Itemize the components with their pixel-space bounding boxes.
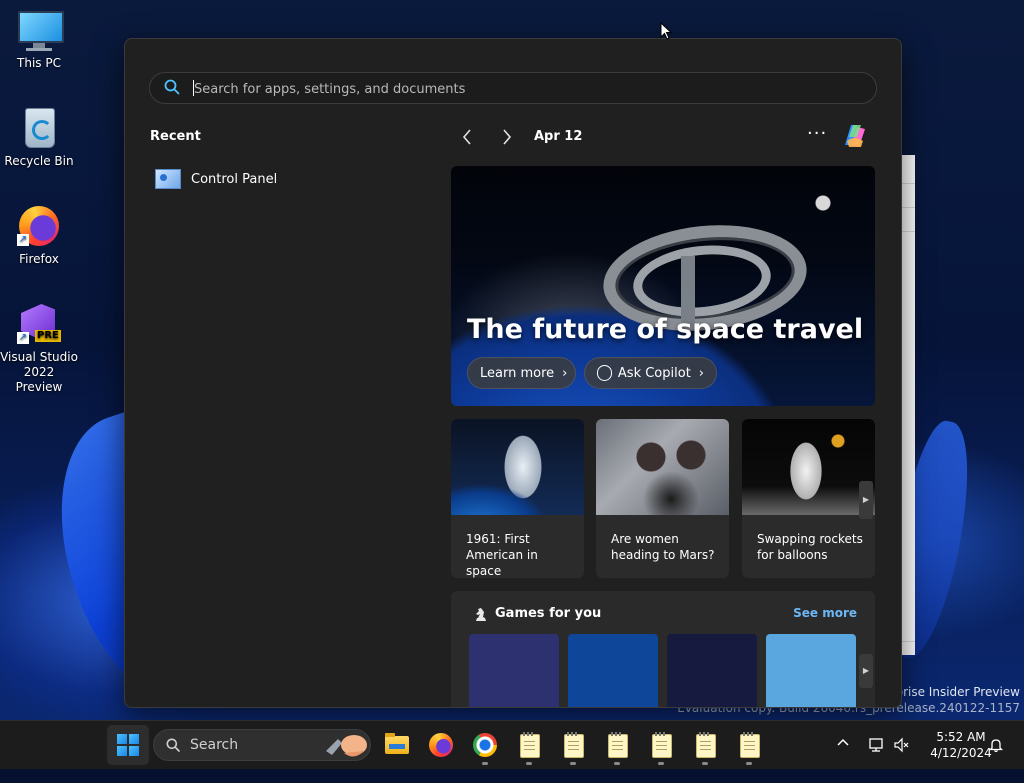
shortcut-arrow-icon: ↗ [17, 332, 29, 344]
highlights-date: Apr 12 [534, 129, 583, 144]
recycle-bin-icon [17, 106, 61, 150]
hero-title: The future of space travel [467, 314, 864, 345]
taskbar: Search 5:52 AM 4/12/2024 [0, 720, 1024, 769]
search-panel: Recent Control Panel Apr 12 ··· The futu… [124, 38, 902, 708]
windows-logo-icon [117, 734, 139, 756]
recent-item-label: Control Panel [191, 171, 278, 187]
more-options-button[interactable]: ··· [807, 123, 827, 144]
notepad-taskbar-button[interactable] [647, 731, 675, 765]
notepad-taskbar-button[interactable] [559, 731, 587, 765]
chevron-right-icon: › [698, 365, 704, 381]
game-tile[interactable] [667, 634, 757, 707]
background-window[interactable] [900, 155, 915, 655]
games-section: Games for you See more ▶ [451, 591, 875, 707]
search-input[interactable] [192, 77, 836, 101]
desktop-icon-this-pc[interactable]: This PC [0, 8, 78, 71]
control-panel-icon [155, 169, 181, 189]
taskbar-search-box[interactable]: Search [153, 729, 371, 761]
game-tile[interactable] [568, 634, 658, 707]
file-explorer-button[interactable] [383, 731, 411, 759]
notepad-taskbar-button[interactable] [735, 731, 763, 765]
chevron-right-icon: › [562, 365, 568, 381]
notepad-icon [652, 732, 672, 758]
story-image [596, 419, 729, 515]
ask-copilot-label: Ask Copilot [617, 365, 691, 381]
mouse-cursor [660, 22, 672, 40]
chevron-right-icon [503, 129, 512, 145]
notepad-icon [564, 732, 584, 758]
desktop-icon-firefox[interactable]: ↗ Firefox [0, 204, 78, 267]
story-caption: 1961: First American in space [466, 532, 538, 578]
story-caption: Swapping rockets for balloons [757, 532, 863, 562]
running-indicator [482, 762, 488, 765]
running-indicator [746, 762, 752, 765]
this-pc-icon [17, 8, 64, 52]
search-icon [164, 79, 180, 95]
notepad-icon [520, 732, 540, 758]
running-indicator [570, 762, 576, 765]
learn-more-label: Learn more [480, 365, 555, 381]
chrome-icon [473, 733, 497, 757]
story-card[interactable]: 1961: First American in space [451, 419, 584, 578]
notepad-taskbar-button[interactable] [515, 731, 543, 765]
shortcut-arrow-icon: ↗ [17, 234, 29, 246]
notepad-taskbar-button[interactable] [603, 731, 631, 765]
story-image [742, 419, 875, 515]
chevron-left-icon [462, 129, 471, 145]
next-arrow-button[interactable] [501, 127, 513, 149]
see-more-link[interactable]: See more [793, 606, 857, 620]
notepad-icon [740, 732, 760, 758]
desktop-icon-label: This PC [17, 56, 61, 70]
notepad-taskbar-button[interactable] [691, 731, 719, 765]
preview-badge: PRE [35, 330, 61, 342]
search-icon [166, 738, 180, 752]
chess-knight-icon [473, 606, 489, 622]
learn-more-button[interactable]: Learn more › [467, 357, 576, 389]
ask-copilot-button[interactable]: Ask Copilot › [584, 357, 717, 389]
game-tile[interactable] [469, 634, 559, 707]
notepad-icon [608, 732, 628, 758]
running-indicator [614, 762, 620, 765]
taskbar-search-label: Search [190, 737, 239, 753]
desktop-icon-label: Recycle Bin [4, 154, 74, 168]
chrome-taskbar-button[interactable] [471, 731, 499, 765]
show-hidden-icons-button[interactable] [836, 735, 850, 783]
desktop-icon-recycle-bin[interactable]: Recycle Bin [0, 106, 78, 169]
visual-studio-icon: PRE ↗ [17, 302, 61, 346]
cards-scroll-right-button[interactable]: ▶ [859, 481, 873, 519]
firefox-icon [429, 733, 453, 757]
story-image [451, 419, 584, 515]
games-scroll-right-button[interactable]: ▶ [859, 654, 873, 688]
games-title: Games for you [495, 606, 602, 621]
network-icon[interactable] [868, 737, 884, 753]
hero-card[interactable]: The future of space travel Learn more › … [451, 166, 875, 406]
search-box[interactable] [149, 72, 877, 104]
copilot-icon[interactable] [839, 121, 869, 151]
game-tile[interactable] [766, 634, 856, 707]
story-caption: Are women heading to Mars? [611, 532, 715, 562]
watermark-edition: erprise Insider Preview [883, 685, 1020, 699]
previous-arrow-button[interactable] [461, 127, 473, 149]
running-indicator [702, 762, 708, 765]
chat-bubble-icon [597, 365, 612, 381]
start-button[interactable] [107, 725, 149, 765]
recent-heading: Recent [150, 129, 201, 144]
running-indicator [526, 762, 532, 765]
running-indicator [658, 762, 664, 765]
volume-muted-icon[interactable] [893, 737, 909, 753]
story-card[interactable]: Are women heading to Mars? [596, 419, 729, 578]
firefox-icon: ↗ [17, 204, 61, 248]
notepad-icon [696, 732, 716, 758]
firefox-taskbar-button[interactable] [427, 731, 455, 759]
search-highlight-icon [324, 731, 368, 759]
story-card[interactable]: Swapping rockets for balloons [742, 419, 875, 578]
desktop-icon-label: Firefox [19, 252, 59, 266]
file-explorer-icon [385, 733, 409, 754]
notification-bell-icon[interactable] [988, 737, 1004, 753]
desktop-icon-label: Visual Studio 2022 Preview [0, 350, 78, 394]
text-caret [193, 80, 194, 96]
chevron-up-icon [837, 738, 849, 746]
desktop-icon-visual-studio[interactable]: PRE ↗ Visual Studio 2022 Preview [0, 302, 78, 395]
recent-item-control-panel[interactable]: Control Panel [155, 166, 405, 192]
